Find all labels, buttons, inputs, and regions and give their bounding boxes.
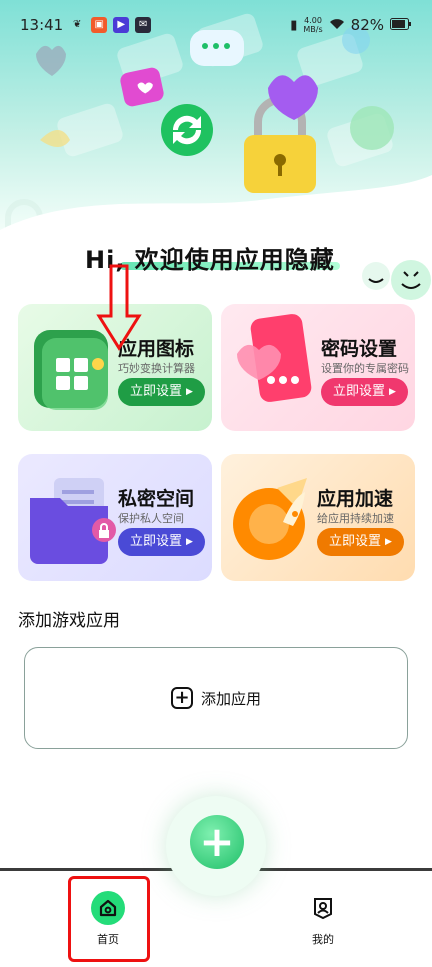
card-subtitle: 设置你的专属密码: [321, 362, 409, 375]
wifi-icon: [329, 16, 345, 34]
play-chevron-icon: ▶: [389, 387, 396, 397]
play-chevron-icon: ▶: [186, 387, 193, 397]
plus-icon: +: [199, 817, 235, 866]
set-now-button[interactable]: 立即设置 ▶: [118, 528, 205, 556]
status-bar: 13:41 ❦ ▣ ▶ ✉ ▮ 4.00 MB/s 82%: [0, 0, 432, 50]
down-arrow-annotation-icon: [96, 264, 142, 351]
button-label: 立即设置: [130, 534, 183, 549]
net-speed: 4.00 MB/s: [303, 16, 323, 34]
card-title: 私密空间: [118, 488, 195, 510]
card-title: 应用加速: [317, 488, 394, 510]
highlight-annotation-box: [68, 876, 150, 962]
lock-icon: [244, 96, 316, 193]
play-chevron-icon: ▶: [186, 537, 193, 547]
button-label: 立即设置: [333, 384, 386, 399]
profile-icon: [306, 891, 340, 925]
card-subtitle: 给应用持续加速: [317, 512, 394, 525]
nav-mine-label: 我的: [312, 933, 334, 946]
button-label: 立即设置: [130, 384, 183, 399]
card-private-space[interactable]: 私密空间 保护私人空间 立即设置 ▶: [18, 454, 212, 581]
leaf-notification-icon: ❦: [73, 19, 82, 30]
add-square-icon: +: [170, 687, 193, 709]
add-app-button[interactable]: + 添加应用: [24, 647, 408, 749]
button-label: 立即设置: [329, 534, 382, 549]
card-password-settings[interactable]: 密码设置 设置你的专属密码 立即设置 ▶: [221, 304, 415, 431]
card-app-speed[interactable]: 应用加速 给应用持续加速 立即设置 ▶: [221, 454, 415, 581]
wink-face-icon: [362, 262, 390, 290]
add-fab-button[interactable]: +: [190, 815, 244, 869]
shop-notification-icon: ▣: [91, 17, 108, 33]
section-title: 添加游戏应用: [18, 611, 120, 631]
set-now-button[interactable]: 立即设置 ▶: [317, 528, 404, 556]
private-folder-icon: [30, 478, 116, 564]
rocket-speed-icon: [233, 478, 307, 560]
card-subtitle: 巧妙变换计算器: [118, 362, 195, 375]
video-notification-icon: ▶: [113, 17, 130, 33]
nav-mine[interactable]: 我的: [283, 891, 363, 947]
heart-icon: [268, 75, 318, 120]
set-now-button[interactable]: 立即设置 ▶: [118, 378, 205, 406]
smile-face-icon: [391, 260, 431, 300]
play-chevron-icon: ▶: [385, 537, 392, 547]
sync-icon: [161, 104, 213, 156]
card-subtitle: 保护私人空间: [118, 512, 184, 525]
add-app-label: 添加应用: [200, 689, 261, 708]
status-time: 13:41: [20, 16, 64, 34]
app-notification-icon: ✉: [135, 17, 152, 33]
battery-icon: [390, 16, 412, 34]
set-now-button[interactable]: 立即设置 ▶: [321, 378, 408, 406]
vibrate-icon: ▮: [290, 17, 298, 33]
battery-percent: 82%: [350, 16, 384, 34]
card-title: 密码设置: [321, 338, 398, 360]
heart-shadow-icon: [36, 45, 66, 76]
password-phone-icon: [237, 314, 312, 402]
